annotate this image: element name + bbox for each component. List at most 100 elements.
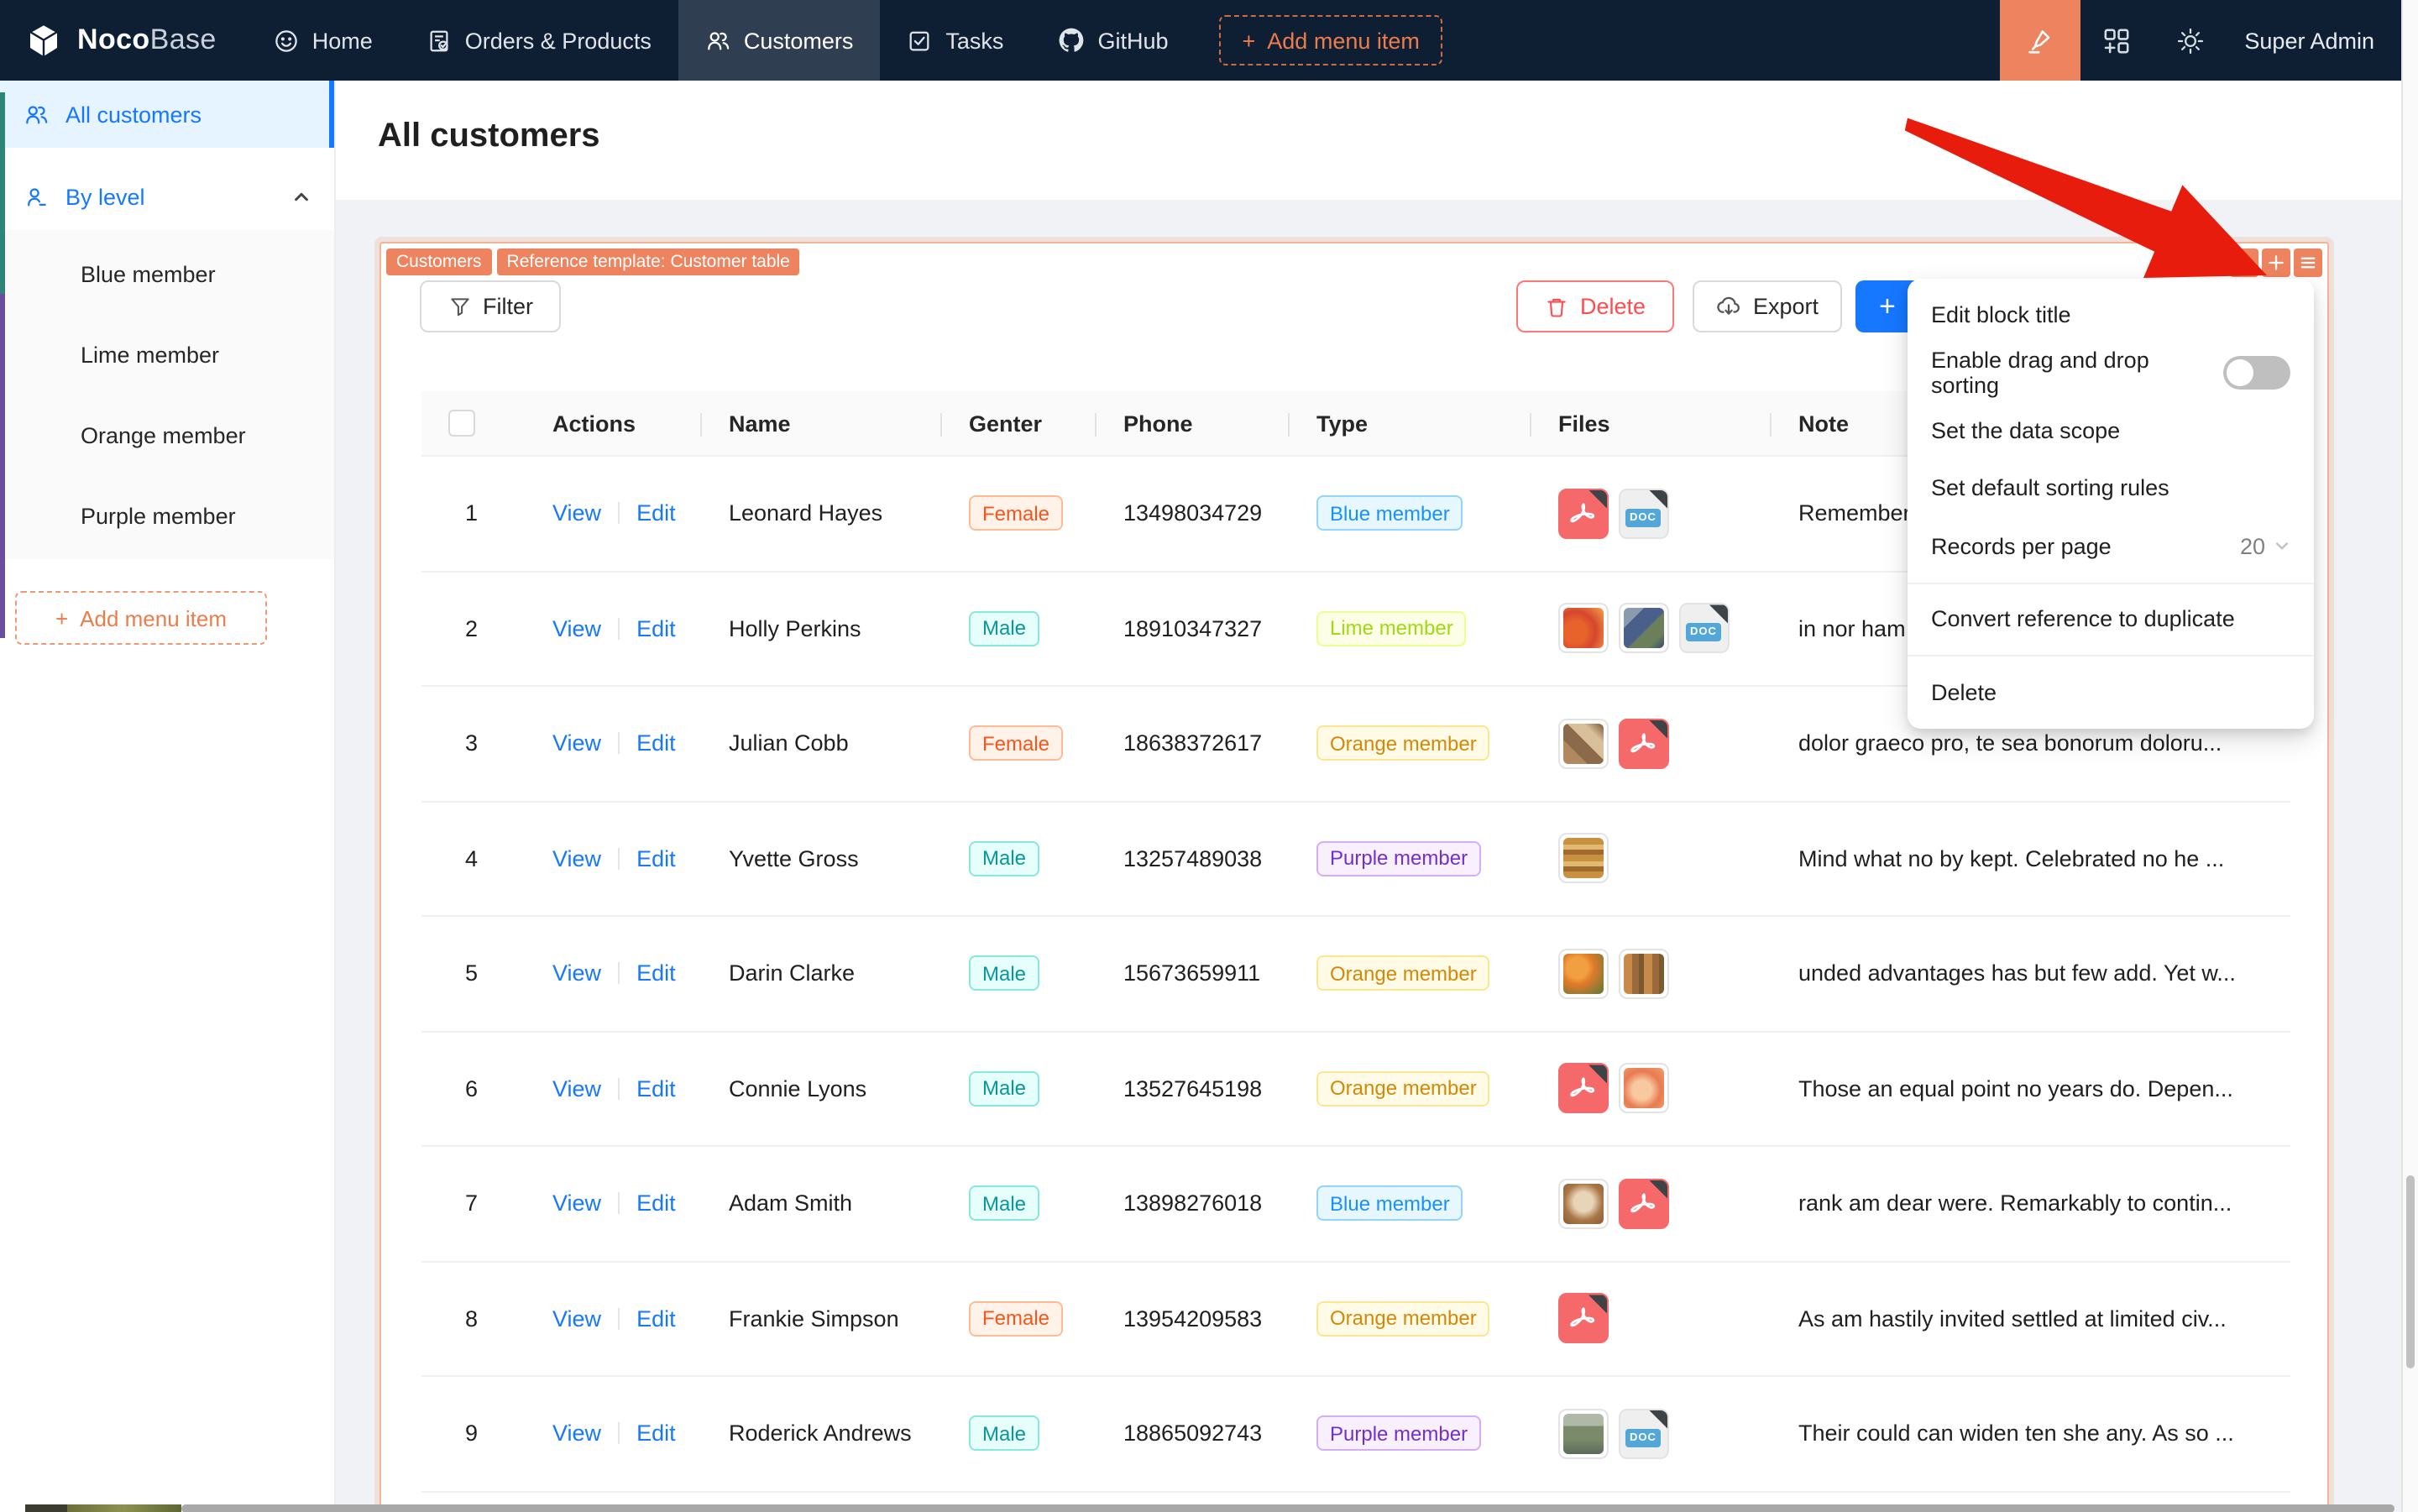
edit-link[interactable]: Edit [636, 1306, 676, 1332]
view-link[interactable]: View [552, 501, 601, 526]
nav-item-label: Home [311, 28, 373, 53]
horizontal-scrollbar-thumb[interactable] [181, 1504, 2394, 1512]
edit-link[interactable]: Edit [636, 1421, 676, 1447]
divider [618, 732, 620, 755]
column-header-genter[interactable]: Genter [942, 391, 1096, 455]
sidebar-item-lime-member[interactable]: Lime member [0, 314, 334, 395]
sidebar-item-purple-member[interactable]: Purple member [0, 475, 334, 556]
row-index: 2 [465, 615, 479, 641]
sidebar-group-by-level[interactable]: By level [0, 163, 334, 230]
filter-button[interactable]: Filter [420, 280, 561, 332]
chevron-up-icon [295, 191, 308, 201]
menu-item-data-scope[interactable]: Set the data scope [1908, 401, 2314, 459]
settings-button[interactable] [2154, 0, 2227, 81]
pdf-file-icon[interactable] [1619, 718, 1669, 769]
menu-item-records-per-page[interactable]: Records per page 20 [1908, 517, 2314, 575]
image-thumbnail[interactable] [1558, 718, 1609, 769]
image-thumbnail[interactable] [1558, 1178, 1609, 1229]
edit-link[interactable]: Edit [636, 846, 676, 871]
edit-link[interactable]: Edit [636, 961, 676, 986]
view-link[interactable]: View [552, 1076, 601, 1101]
sidebar-item-all-customers[interactable]: All customers [0, 81, 334, 148]
plugin-manager-button[interactable] [2080, 0, 2154, 81]
edit-link[interactable]: Edit [636, 616, 676, 641]
column-header-name[interactable]: Name [702, 391, 942, 455]
export-button[interactable]: Export [1693, 280, 1842, 332]
pdf-file-icon[interactable] [1558, 488, 1609, 539]
nocobase-logo[interactable]: NocoBase [0, 20, 247, 60]
divider [618, 962, 620, 985]
image-thumbnail[interactable] [1558, 1408, 1609, 1459]
files-cell [1531, 1063, 1772, 1114]
menu-item-delete[interactable]: Delete [1908, 663, 2314, 721]
doc-file-icon[interactable]: DOC [1619, 1408, 1669, 1459]
drag-handle-icon[interactable] [2230, 248, 2258, 276]
select-all-checkbox[interactable] [448, 410, 475, 437]
edit-link[interactable]: Edit [636, 1191, 676, 1216]
menu-item-drag-sort[interactable]: Enable drag and drop sorting [1908, 343, 2314, 401]
view-link[interactable]: View [552, 961, 601, 986]
edit-link[interactable]: Edit [636, 1076, 676, 1101]
add-block-icon[interactable] [2262, 248, 2290, 276]
nav-item-orders-products[interactable]: Orders & Products [400, 0, 678, 81]
nav-item-customers[interactable]: Customers [678, 0, 881, 81]
sidebar-group-label: By level [65, 184, 145, 209]
menu-divider [1908, 582, 2314, 583]
page-title: All customers [378, 118, 600, 154]
reference-template-chip[interactable]: Reference template: Customer table [496, 248, 800, 275]
pdf-file-icon[interactable] [1558, 1293, 1609, 1344]
navbar-add-menu-item-button[interactable]: + Add menu item [1218, 15, 1443, 65]
column-header-type[interactable]: Type [1290, 391, 1531, 455]
doc-file-icon[interactable]: DOC [1619, 488, 1669, 539]
view-link[interactable]: View [552, 731, 601, 756]
menu-item-sorting-rules[interactable]: Set default sorting rules [1908, 459, 2314, 517]
column-header-files[interactable]: Files [1531, 391, 1772, 455]
nav-item-tasks[interactable]: Tasks [880, 0, 1030, 81]
delete-button[interactable]: Delete [1516, 280, 1674, 332]
block-menu-icon[interactable] [2294, 248, 2322, 276]
column-header-actions[interactable]: Actions [526, 391, 702, 455]
doc-file-icon[interactable]: DOC [1679, 603, 1730, 654]
name-cell: Connie Lyons [729, 1075, 867, 1101]
gender-cell: Male [942, 1070, 1096, 1107]
view-link[interactable]: View [552, 1421, 601, 1447]
divider [618, 1192, 620, 1215]
pdf-file-icon[interactable] [1619, 1178, 1669, 1229]
ui-editor-button[interactable] [1999, 0, 2080, 81]
image-thumbnail[interactable] [1619, 603, 1669, 654]
edit-link[interactable]: Edit [636, 731, 676, 756]
image-thumbnail[interactable] [1558, 603, 1609, 654]
highlighter-icon [2028, 29, 2050, 53]
view-link[interactable]: View [552, 1191, 601, 1216]
drag-sort-toggle[interactable] [2223, 355, 2290, 390]
type-tag: Lime member [1316, 610, 1467, 646]
column-header-phone[interactable]: Phone [1096, 391, 1290, 455]
sidebar-item-orange-member[interactable]: Orange member [0, 395, 334, 475]
view-link[interactable]: View [552, 1306, 601, 1332]
gender-tag: Male [969, 840, 1040, 876]
select-all-cell [421, 391, 526, 455]
view-link[interactable]: View [552, 616, 601, 641]
gender-tag: Female [969, 495, 1064, 531]
nav-item-github[interactable]: GitHub [1030, 0, 1195, 81]
image-thumbnail[interactable] [1558, 948, 1609, 999]
pdf-file-icon[interactable] [1558, 1063, 1609, 1114]
sidebar-item-blue-member[interactable]: Blue member [0, 233, 334, 314]
nav-item-home[interactable]: Home [247, 0, 400, 81]
view-link[interactable]: View [552, 846, 601, 871]
image-thumbnail[interactable] [1619, 1063, 1669, 1114]
image-thumbnail[interactable] [1558, 833, 1609, 884]
collection-chip[interactable]: Customers [386, 248, 492, 275]
type-tag: Blue member [1316, 495, 1463, 531]
menu-item-convert-reference[interactable]: Convert reference to duplicate [1908, 590, 2314, 648]
type-tag: Orange member [1316, 955, 1490, 991]
vertical-scrollbar-thumb[interactable] [2406, 1175, 2415, 1368]
user-menu[interactable]: Super Admin [2227, 28, 2418, 53]
note-cell: As am hastily invited settled at limited… [1798, 1305, 2227, 1332]
image-thumbnail[interactable] [1619, 948, 1669, 999]
edit-link[interactable]: Edit [636, 501, 676, 526]
menu-item-edit-block-title[interactable]: Edit block title [1908, 285, 2314, 343]
sidebar-add-menu-item-button[interactable]: + Add menu item [15, 591, 267, 645]
records-per-page-value[interactable]: 20 [2240, 534, 2265, 559]
vertical-scrollbar[interactable] [2401, 0, 2418, 1512]
